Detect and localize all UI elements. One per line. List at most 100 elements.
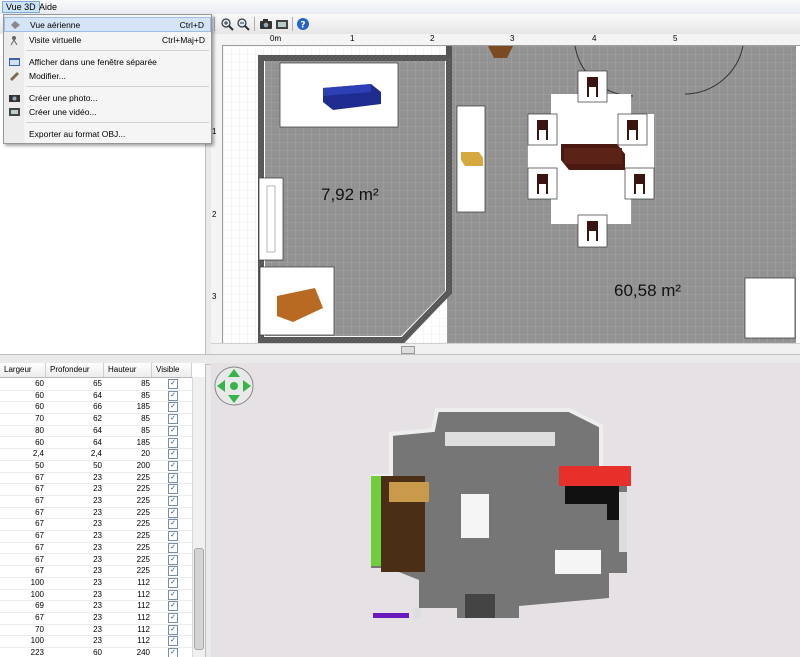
menu-item-label: Afficher dans une fenêtre séparée [29, 57, 157, 67]
table-row[interactable]: 223 60 240 ✓ [0, 647, 192, 657]
create-video-icon[interactable] [275, 17, 289, 31]
visible-checkbox[interactable]: ✓ [168, 472, 178, 483]
ruler-label: 5 [673, 34, 678, 43]
zoom-out-icon[interactable] [236, 17, 250, 31]
visible-checkbox[interactable]: ✓ [168, 577, 178, 588]
visible-checkbox[interactable]: ✓ [168, 390, 178, 401]
navigation-arrows-icon[interactable] [214, 366, 254, 406]
menu-item-shortcut: Ctrl+D [179, 20, 204, 30]
camera-icon [9, 95, 20, 102]
visible-checkbox[interactable]: ✓ [168, 379, 178, 389]
table-cell: 100 [30, 577, 44, 587]
plan-canvas[interactable]: 7,92 m² 60,58 m² [223, 46, 796, 344]
visible-checkbox[interactable]: ✓ [168, 484, 178, 495]
visible-checkbox[interactable]: ✓ [168, 648, 178, 657]
visible-checkbox[interactable]: ✓ [168, 566, 178, 577]
scroll-thumb[interactable] [194, 548, 204, 650]
vue3d-dropdown-menu: Vue aérienne Ctrl+D Visite virtuelle Ctr… [3, 14, 212, 144]
menu-item-creer-photo[interactable]: Créer une photo... [4, 91, 211, 105]
ruler-label: 2 [212, 210, 217, 219]
visible-checkbox[interactable]: ✓ [168, 601, 178, 612]
table-cell: 112 [137, 589, 150, 599]
menu-aide[interactable]: Aide [36, 1, 60, 13]
menu-vue3d[interactable]: Vue 3D [2, 1, 40, 13]
view-3d[interactable] [211, 363, 800, 657]
create-photo-icon[interactable] [259, 17, 273, 31]
plan-view[interactable]: 0m 1 2 3 4 5 1 2 3 7,92 m² 60,58 m² [211, 34, 800, 354]
table-cell: 64 [93, 390, 102, 400]
table-cell: 23 [93, 554, 102, 564]
table-cell: 23 [93, 484, 102, 494]
table-cell: 185 [136, 402, 150, 412]
table-cell: 80 [35, 425, 44, 435]
menu-item-visite-virtuelle[interactable]: Visite virtuelle Ctrl+Maj+D [4, 33, 211, 47]
visible-checkbox[interactable]: ✓ [168, 519, 178, 530]
visible-checkbox[interactable]: ✓ [168, 402, 178, 413]
cabinet[interactable] [258, 177, 284, 261]
menu-item-label: Créer une photo... [29, 93, 98, 103]
column-header[interactable]: Largeur [0, 363, 46, 377]
visible-checkbox[interactable]: ✓ [168, 554, 178, 565]
menu-item-modifier[interactable]: Modifier... [4, 69, 211, 83]
column-header[interactable]: Profondeur [46, 363, 104, 377]
visible-checkbox[interactable]: ✓ [168, 414, 178, 425]
menu-item-exporter-obj[interactable]: Exporter au format OBJ... [4, 127, 211, 141]
ruler-label: 0m [270, 34, 282, 43]
table-cell: 112 [137, 613, 150, 622]
table-header: Largeur Profondeur Hauteur Visible [0, 363, 192, 378]
visible-checkbox[interactable]: ✓ [168, 531, 178, 542]
table-cell: 70 [35, 624, 44, 634]
visible-checkbox[interactable]: ✓ [168, 437, 178, 448]
table-cell: 23 [93, 613, 102, 622]
column-header[interactable]: Hauteur [104, 363, 152, 377]
visible-checkbox[interactable]: ✓ [168, 460, 178, 471]
room-area-large: 60,58 m² [614, 281, 681, 300]
visible-checkbox[interactable]: ✓ [168, 624, 178, 635]
table-cell: 23 [93, 624, 102, 634]
menu-separator [26, 122, 209, 123]
table-cell: 23 [93, 636, 102, 646]
menu-item-fenetre-separee[interactable]: Afficher dans une fenêtre séparée [4, 55, 211, 69]
menu-item-vue-aerienne[interactable]: Vue aérienne Ctrl+D [4, 17, 211, 32]
table-cell: 100 [30, 636, 44, 646]
column-header[interactable]: Visible [152, 363, 192, 377]
menu-item-shortcut: Ctrl+Maj+D [162, 35, 205, 45]
svg-text:?: ? [300, 21, 305, 31]
menu-item-label: Exporter au format OBJ... [29, 129, 126, 139]
table-cell: 60 [35, 402, 44, 412]
table-cell: 112 [137, 636, 150, 646]
visible-checkbox[interactable]: ✓ [168, 589, 178, 600]
ruler-label: 4 [592, 34, 597, 43]
house-3d-model[interactable] [369, 408, 641, 618]
furniture-table[interactable]: Largeur Profondeur Hauteur Visible 60 65 8… [0, 363, 205, 657]
table-cell: 240 [136, 648, 150, 657]
menu-item-label: Visite virtuelle [29, 35, 82, 45]
plan-horizontal-scrollbar[interactable] [211, 343, 800, 354]
menu-item-creer-video[interactable]: Créer une vidéo... [4, 105, 211, 119]
zoom-in-icon[interactable] [220, 17, 234, 31]
visible-checkbox[interactable]: ✓ [168, 636, 178, 647]
table-cell: 67 [35, 542, 44, 552]
separate-window-icon [9, 58, 20, 66]
visible-checkbox[interactable]: ✓ [168, 449, 178, 460]
cabinet-right[interactable] [744, 277, 796, 339]
table-cell: 67 [35, 566, 44, 576]
visible-checkbox[interactable]: ✓ [168, 425, 178, 436]
visible-checkbox[interactable]: ✓ [168, 542, 178, 553]
wall-purple [373, 613, 409, 618]
table-cell: 225 [136, 496, 150, 505]
scroll-thumb[interactable] [401, 346, 415, 354]
visible-checkbox[interactable]: ✓ [168, 496, 178, 506]
toolbar-separator [214, 17, 215, 31]
visible-checkbox[interactable]: ✓ [168, 613, 178, 623]
visible-checkbox[interactable]: ✓ [168, 507, 178, 518]
table-cell: 185 [136, 437, 150, 447]
toolbar-separator [292, 17, 293, 31]
aerial-view-icon [11, 21, 20, 29]
table-cell: 85 [141, 390, 150, 400]
table-cell: 85 [141, 414, 150, 424]
table-cell: 23 [93, 472, 102, 482]
menu-item-label: Vue aérienne [30, 20, 81, 30]
help-icon[interactable]: ? [296, 17, 310, 31]
ruler-label: 3 [510, 34, 515, 43]
